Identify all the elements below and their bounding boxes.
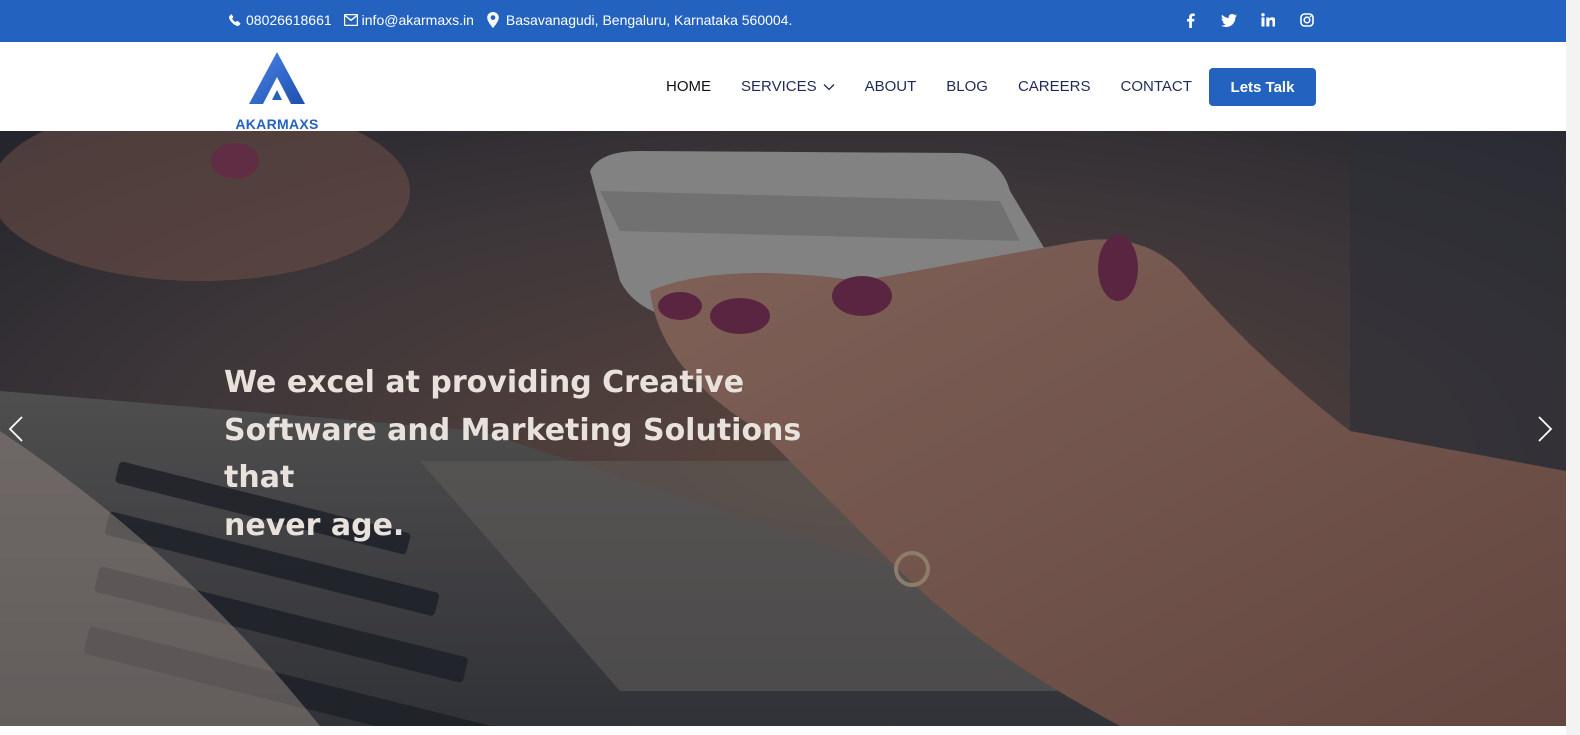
- chevron-left-icon: [8, 416, 23, 442]
- nav-about-label: ABOUT: [864, 78, 917, 95]
- main-navbar: AKARMAXS HOME SERVICES ABOUT BLOG CAREER…: [0, 42, 1568, 132]
- phone-number[interactable]: 08026618661: [246, 12, 332, 28]
- nav-blog-label: BLOG: [946, 78, 988, 95]
- nav-services-label: SERVICES: [741, 78, 817, 95]
- phone-contact[interactable]: 08026618661: [228, 12, 332, 28]
- nav-home[interactable]: HOME: [666, 78, 711, 95]
- slider-next-button[interactable]: [1532, 414, 1556, 444]
- nav-contact-label: CONTACT: [1120, 78, 1192, 95]
- twitter-icon[interactable]: [1219, 10, 1239, 30]
- email-contact[interactable]: info@akarmaxs.in: [343, 12, 474, 28]
- instagram-icon[interactable]: [1297, 10, 1317, 30]
- hero-headline: We excel at providing Creative Software …: [224, 359, 844, 549]
- address-text: Basavanagudi, Bengaluru, Karnataka 56000…: [505, 12, 793, 28]
- nav-home-label: HOME: [666, 78, 711, 95]
- linkedin-icon[interactable]: [1258, 10, 1278, 30]
- logo-mark-icon: [249, 52, 305, 104]
- map-pin-icon: [487, 12, 499, 28]
- nav-blog[interactable]: BLOG: [946, 78, 988, 95]
- brand-wordmark: AKARMAXS: [235, 116, 319, 132]
- nav-contact[interactable]: CONTACT: [1121, 78, 1192, 95]
- address-contact: Basavanagudi, Bengaluru, Karnataka 56000…: [486, 12, 792, 28]
- lets-talk-button[interactable]: Lets Talk: [1209, 68, 1316, 106]
- primary-menu: HOME SERVICES ABOUT BLOG CAREERS CONTACT: [666, 42, 1222, 131]
- contact-info: 08026618661 info@akarmaxs.in Basavanagud…: [228, 0, 804, 40]
- slider-prev-button[interactable]: [5, 414, 29, 444]
- social-links: [1180, 0, 1336, 40]
- envelope-icon: [343, 14, 358, 26]
- headline-line-1: We excel at providing Creative: [224, 365, 745, 400]
- hero-slider: We excel at providing Creative Software …: [0, 131, 1566, 726]
- nav-services[interactable]: SERVICES: [741, 78, 835, 95]
- page-scrollbar[interactable]: [1566, 0, 1580, 735]
- chevron-right-icon: [1538, 416, 1553, 442]
- headline-line-3: never age.: [224, 507, 405, 543]
- akarmaxs-logo[interactable]: AKARMAXS: [229, 52, 325, 132]
- top-contact-bar: 08026618661 info@akarmaxs.in Basavanagud…: [0, 0, 1568, 42]
- email-address[interactable]: info@akarmaxs.in: [362, 12, 474, 28]
- phone-icon: [228, 14, 241, 27]
- nav-careers[interactable]: CAREERS: [1018, 78, 1091, 95]
- facebook-icon[interactable]: [1180, 10, 1200, 30]
- nav-about[interactable]: ABOUT: [865, 78, 917, 95]
- chevron-down-icon: [823, 83, 835, 90]
- headline-line-2: Software and Marketing Solutions that: [224, 412, 802, 496]
- nav-careers-label: CAREERS: [1017, 78, 1091, 95]
